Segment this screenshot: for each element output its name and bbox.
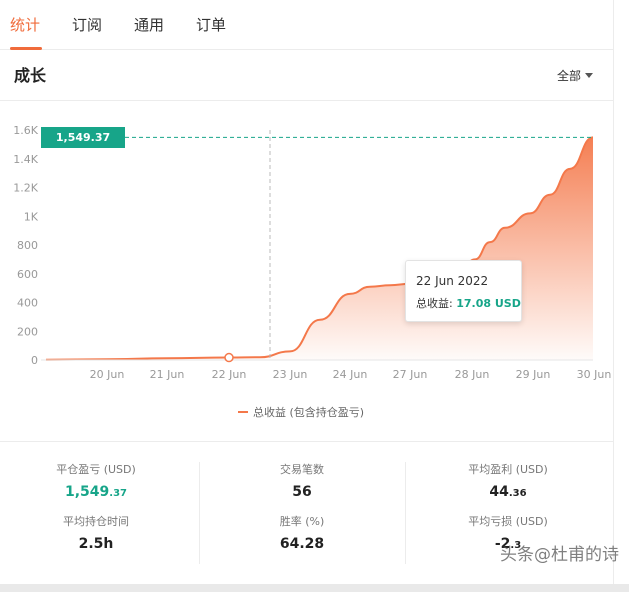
chart-legend[interactable]: 总收益 (包含持仓盈亏) <box>238 405 364 421</box>
stat-value: 1,549.37 <box>6 484 186 502</box>
current-value-tag: 1,549.37 USD <box>41 127 125 165</box>
stat-label: 胜率 (%) <box>279 515 325 528</box>
y-tick-label: 1.2K <box>13 182 38 195</box>
x-tick-label: 30 Jun <box>577 368 612 381</box>
stat-closed-pnl: 平仓盈亏 (USD) 1,549.37 <box>6 463 186 502</box>
tab-stats[interactable]: 统计 <box>10 15 40 35</box>
y-tick-label: 1.6K <box>13 124 38 137</box>
tooltip-row: 总收益: 17.08 USD <box>416 296 521 312</box>
stat-value-dec: .37 <box>109 488 127 499</box>
stat-value-dec: .36 <box>508 488 527 499</box>
stat-label: 平均亏损 (USD) <box>468 515 548 528</box>
watermark: 头条@杜甫的诗 <box>500 545 619 565</box>
stat-value: 56 <box>292 484 312 500</box>
x-tick-label: 22 Jun <box>212 368 247 381</box>
x-tick-label: 29 Jun <box>516 368 551 381</box>
active-tab-indicator <box>10 47 42 50</box>
stat-value: 64.28 <box>279 536 325 552</box>
series-area <box>46 137 593 360</box>
bottom-band <box>0 584 629 592</box>
stat-value-int: 44 <box>489 484 509 500</box>
y-tick-label: 600 <box>17 268 38 281</box>
y-tick-label: 800 <box>17 239 38 252</box>
range-filter-dropdown[interactable]: 全部 <box>557 68 593 84</box>
stat-value-int: 1,549 <box>64 484 110 500</box>
panel-right-border <box>613 0 614 592</box>
tooltip-value: 17.08 USD <box>456 297 521 310</box>
stats-divider <box>199 462 200 564</box>
growth-chart: 0 200 400 600 800 1K 1.2K 1.4K 1.6K 20 Jun 21 Jun… <box>0 102 613 432</box>
x-tick-label: 27 Jun <box>393 368 428 381</box>
tab-general[interactable]: 通用 <box>134 15 164 35</box>
x-tick-label: 23 Jun <box>273 368 308 381</box>
tab-orders[interactable]: 订单 <box>196 15 226 35</box>
stat-label: 平仓盈亏 (USD) <box>56 463 136 476</box>
stat-value: 44.36 <box>418 484 598 502</box>
section-title: 成长 <box>14 66 47 85</box>
stats-divider <box>405 462 406 564</box>
y-tick-label: 1K <box>24 210 39 223</box>
stat-label: 交易笔数 <box>280 463 324 476</box>
stat-trade-count: 交易笔数 56 <box>212 463 392 501</box>
stat-label: 平均盈利 (USD) <box>468 463 548 476</box>
tooltip-label: 总收益: <box>416 297 453 310</box>
legend-label: 总收益 (包含持仓盈亏) <box>253 406 365 419</box>
stat-value: 2.5h <box>78 536 114 552</box>
y-tick-label: 200 <box>17 325 38 338</box>
stat-win-rate: 胜率 (%) 64.28 <box>212 515 392 553</box>
x-tick-label: 24 Jun <box>333 368 368 381</box>
x-tick-label: 21 Jun <box>150 368 185 381</box>
stat-avg-profit: 平均盈利 (USD) 44.36 <box>418 463 598 502</box>
tab-subscriptions[interactable]: 订阅 <box>72 15 102 35</box>
tab-bar: 统计 订阅 通用 订单 <box>0 0 613 50</box>
tooltip-date: 22 Jun 2022 <box>416 274 489 288</box>
y-tick-label: 0 <box>31 354 38 367</box>
x-tick-label: 20 Jun <box>90 368 125 381</box>
hover-point[interactable] <box>224 352 234 363</box>
range-filter-label: 全部 <box>556 69 581 83</box>
x-tick-label: 28 Jun <box>455 368 490 381</box>
chart-tooltip: 22 Jun 2022 总收益: 17.08 USD <box>405 260 522 322</box>
y-tick-label: 1.4K <box>13 153 38 166</box>
stat-label: 平均持仓时间 <box>63 515 129 528</box>
y-tick-label: 400 <box>17 297 38 310</box>
legend-swatch <box>238 411 248 413</box>
stat-avg-hold-time: 平均持仓时间 2.5h <box>6 515 186 553</box>
caret-down-icon <box>585 73 593 78</box>
section-header: 成长 全部 <box>0 51 613 101</box>
